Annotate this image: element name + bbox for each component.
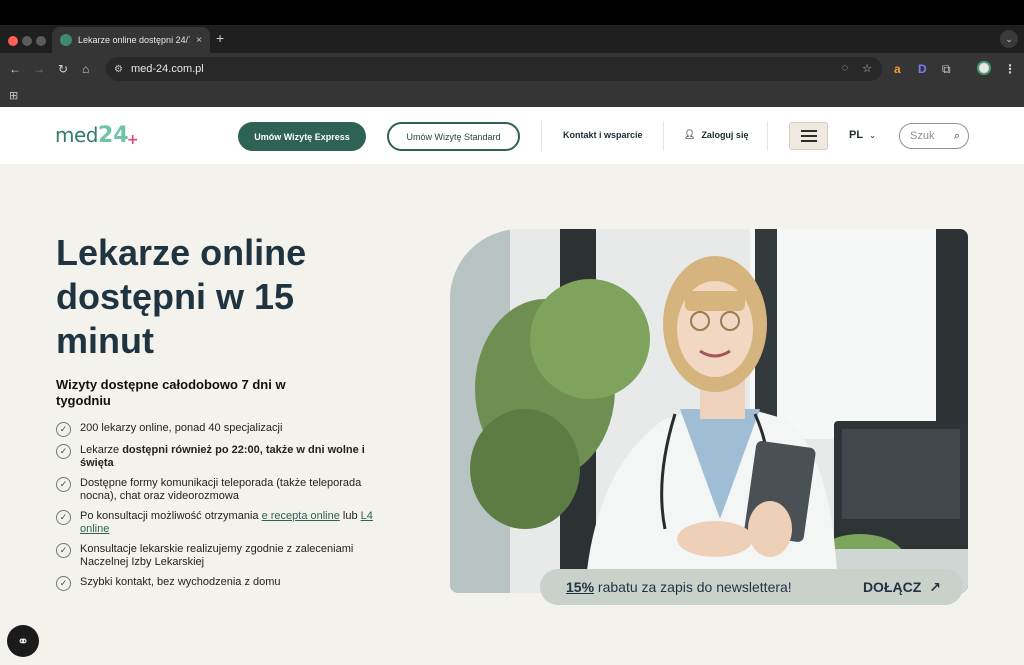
close-window-button[interactable] bbox=[8, 36, 18, 46]
check-circle-icon: ✓ bbox=[56, 576, 71, 591]
logo-plus-icon: + bbox=[126, 132, 139, 148]
list-item: ✓ Lekarze dostępni również po 22:00, tak… bbox=[56, 444, 396, 470]
e-prescription-link[interactable]: e recepta online bbox=[262, 510, 340, 522]
section-heading-partial bbox=[380, 654, 386, 665]
favicon-icon bbox=[60, 34, 72, 46]
logo-word: med bbox=[55, 123, 98, 147]
book-standard-button[interactable]: Umów Wizytę Standard bbox=[387, 122, 520, 151]
language-label: PL bbox=[849, 129, 864, 141]
hamburger-menu-button[interactable] bbox=[789, 122, 828, 150]
logo-number: 24 + bbox=[97, 123, 139, 148]
divider bbox=[541, 121, 542, 151]
star-icon[interactable]: ☆ bbox=[862, 62, 872, 75]
tab-search-icon[interactable]: ⌄ bbox=[1000, 30, 1018, 48]
site-info-icon[interactable]: ⚙ bbox=[114, 64, 123, 75]
list-item: ✓ Konsultacje lekarskie realizujemy zgod… bbox=[56, 543, 396, 569]
check-circle-icon: ✓ bbox=[56, 444, 71, 459]
newsletter-text: 15% rabatu za zapis do newslettera! bbox=[566, 579, 792, 595]
chat-widget-icon[interactable]: ⚭ bbox=[7, 625, 39, 657]
benefit-text: Konsultacje lekarskie realizujemy zgodni… bbox=[80, 543, 354, 568]
book-express-button[interactable]: Umów Wizytę Express bbox=[238, 122, 366, 151]
check-circle-icon: ✓ bbox=[56, 510, 71, 525]
hero-subtitle: Wizyty dostępne całodobowo 7 dni w tygod… bbox=[56, 377, 286, 408]
benefit-text: 200 lekarzy online, ponad 40 specjalizac… bbox=[80, 422, 283, 434]
maximize-window-button[interactable] bbox=[36, 36, 46, 46]
benefits-list: ✓ 200 lekarzy online, ponad 40 specjaliz… bbox=[56, 422, 396, 598]
address-bar[interactable]: ⚙ med-24.com.pl ◌ ☆ bbox=[106, 57, 882, 81]
browser-tab[interactable]: Lekarze online dostępni 24/7 × bbox=[52, 27, 210, 53]
window-titlebar bbox=[0, 0, 1024, 25]
tab-strip: Lekarze online dostępni 24/7 × + ⌄ bbox=[0, 25, 1024, 53]
search-placeholder: Szuk bbox=[910, 130, 935, 142]
back-icon[interactable]: ← bbox=[9, 62, 21, 76]
contact-support-link[interactable]: Kontakt i wsparcie bbox=[563, 130, 643, 140]
benefit-text: Szybki kontakt, bez wychodzenia z domu bbox=[80, 576, 281, 588]
search-input[interactable]: Szuk ⌕ bbox=[899, 123, 969, 149]
site-logo[interactable]: med 24 + bbox=[55, 123, 139, 148]
list-item: ✓ Po konsultacji możliwość otrzymania e … bbox=[56, 510, 396, 536]
check-circle-icon: ✓ bbox=[56, 543, 71, 558]
site-header: med 24 + Umów Wizytę Express Umów Wizytę … bbox=[0, 107, 1024, 164]
extensions-puzzle-icon[interactable]: ⧉ bbox=[942, 62, 951, 77]
list-item: ✓ Dostępne formy komunikacji teleporada … bbox=[56, 477, 396, 503]
login-link[interactable]: 👤︎ Zaloguj się bbox=[684, 129, 748, 140]
tab-title: Lekarze online dostępni 24/7 bbox=[78, 35, 191, 45]
arrow-up-right-icon: ↗ bbox=[929, 578, 941, 595]
search-icon[interactable]: ⌕ bbox=[954, 130, 960, 143]
browser-menu-icon[interactable]: ⋮ bbox=[1004, 62, 1016, 76]
doctor-photo bbox=[450, 229, 968, 593]
hero-title: Lekarze online dostępni w 15 minut bbox=[56, 232, 307, 361]
login-label: Zaloguj się bbox=[701, 129, 749, 140]
bookmarks-bar: ⊞ bbox=[0, 85, 1024, 107]
chevron-down-icon: ⌄ bbox=[869, 130, 876, 140]
minimize-window-button[interactable] bbox=[22, 36, 32, 46]
extension-d-icon[interactable]: D bbox=[918, 62, 927, 76]
divider bbox=[767, 121, 768, 151]
benefit-text: Lekarze dostępni również po 22:00, także… bbox=[80, 444, 365, 469]
language-selector[interactable]: PL ⌄ bbox=[849, 129, 876, 141]
divider bbox=[663, 121, 664, 151]
forward-icon[interactable]: → bbox=[33, 62, 45, 76]
tab-close-icon[interactable]: × bbox=[196, 35, 202, 46]
web-page: med 24 + Umów Wizytę Express Umów Wizytę … bbox=[0, 107, 1024, 665]
home-icon[interactable]: ⌂ bbox=[82, 62, 89, 76]
list-item: ✓ Szybki kontakt, bez wychodzenia z domu bbox=[56, 576, 396, 591]
extension-a-icon[interactable]: a bbox=[894, 62, 901, 76]
address-toolbar: ← → ↻ ⌂ ⚙ med-24.com.pl ◌ ☆ a D ⧉ ⋮ bbox=[0, 53, 1024, 85]
new-tab-button[interactable]: + bbox=[216, 30, 224, 46]
benefit-text: Dostępne formy komunikacji teleporada (t… bbox=[80, 477, 362, 502]
eye-off-icon[interactable]: ◌ bbox=[842, 62, 849, 75]
newsletter-join-button[interactable]: DOŁĄCZ ↗ bbox=[863, 579, 941, 596]
apps-grid-icon[interactable]: ⊞ bbox=[9, 89, 18, 102]
url-text: med-24.com.pl bbox=[130, 63, 204, 75]
profile-avatar[interactable] bbox=[977, 61, 991, 75]
benefit-text: Po konsultacji możliwość otrzymania e re… bbox=[80, 510, 373, 535]
user-icon: 👤︎ bbox=[684, 129, 696, 139]
list-item: ✓ 200 lekarzy online, ponad 40 specjaliz… bbox=[56, 422, 396, 437]
check-circle-icon: ✓ bbox=[56, 422, 71, 437]
newsletter-banner[interactable]: 15% rabatu za zapis do newslettera! DOŁĄ… bbox=[540, 569, 963, 605]
reload-icon[interactable]: ↻ bbox=[58, 62, 68, 76]
check-circle-icon: ✓ bbox=[56, 477, 71, 492]
